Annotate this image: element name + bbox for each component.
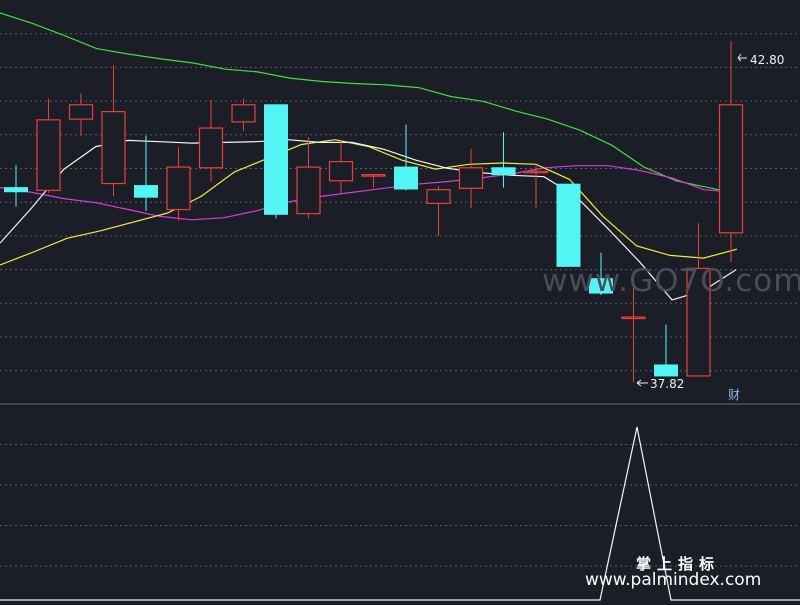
candle-body-up (718, 104, 744, 234)
watermark-url: www.palmindex.com (585, 570, 761, 590)
chart-canvas: 42.80 37.82 财 www.GO7O.com 掌上指标 www.palm… (0, 0, 800, 605)
candle-body-up (621, 316, 646, 320)
candle-body-up (523, 170, 549, 174)
candle-body-down (654, 364, 678, 377)
candle-body-up (166, 166, 191, 211)
candle-body-up (101, 111, 126, 185)
candle-body-down (4, 187, 28, 193)
low-price-label: 37.82 (650, 377, 684, 391)
candle-body-down (134, 185, 158, 198)
candle (556, 183, 581, 267)
candle-body-up (296, 166, 321, 215)
candle-body-down (556, 183, 581, 267)
candle-body-down (264, 104, 288, 215)
candle-body-up (231, 104, 256, 123)
candle-body-up (68, 104, 94, 120)
candle-body-up (198, 127, 224, 169)
watermark-site-top: www.GO7O.com (542, 263, 800, 299)
candle-body-down (491, 167, 516, 176)
candle (264, 104, 288, 219)
candle-body-up (328, 161, 354, 182)
chart-background (0, 0, 800, 605)
candle-body-down (394, 166, 418, 190)
event-marker[interactable]: 财 (728, 388, 740, 402)
candle-body-up (458, 167, 484, 189)
candle-body-up (36, 119, 61, 191)
candle-body-up (426, 189, 451, 204)
high-price-label: 42.80 (750, 53, 784, 67)
candle-body-up (361, 174, 386, 177)
